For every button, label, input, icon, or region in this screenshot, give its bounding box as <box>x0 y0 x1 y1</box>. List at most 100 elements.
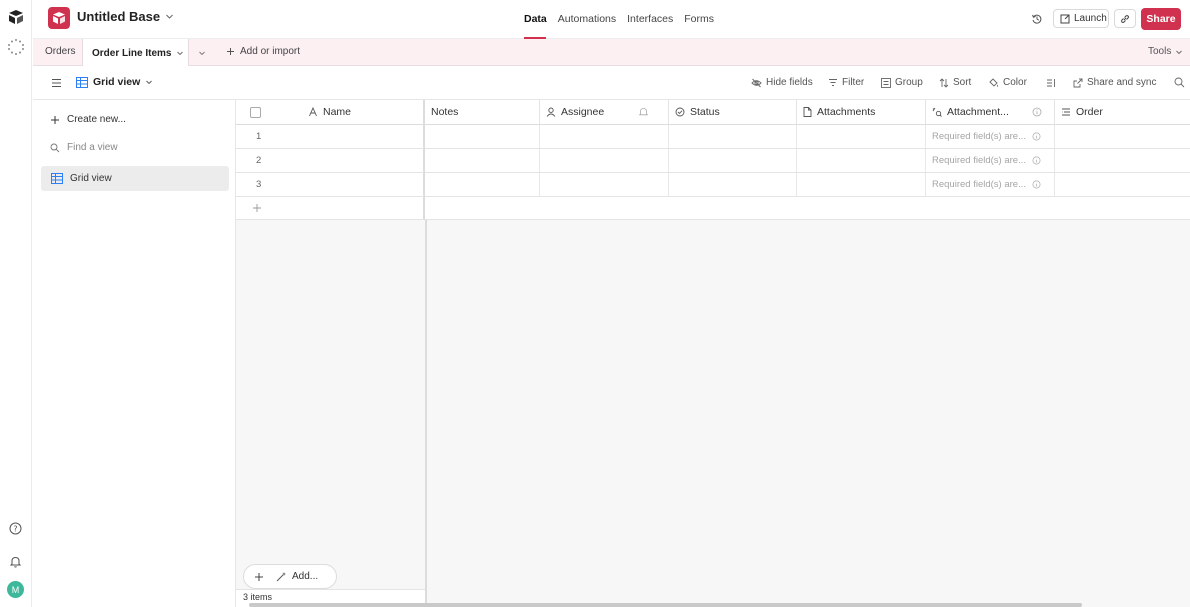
add-record-pill: Add... <box>243 564 337 589</box>
cell-notes[interactable] <box>425 149 540 173</box>
column-header-name[interactable]: Name <box>236 100 425 125</box>
frozen-column-divider <box>425 220 427 607</box>
nav-tab-forms[interactable]: Forms <box>684 13 714 25</box>
share-and-sync-button[interactable]: Share and sync <box>1073 77 1157 88</box>
find-view-placeholder: Find a view <box>67 142 118 153</box>
hide-fields-button[interactable]: Hide fields <box>751 77 813 88</box>
magic-wand-icon <box>276 571 287 582</box>
sort-button[interactable]: Sort <box>939 77 971 88</box>
column-header-attachment-formula[interactable]: Attachment... <box>926 100 1055 125</box>
add-with-ai-button[interactable]: Add... <box>276 571 318 582</box>
table-row[interactable]: 3 <box>236 173 425 197</box>
base-icon[interactable] <box>48 7 70 29</box>
row-number: 2 <box>256 155 262 166</box>
add-record-plus-icon[interactable] <box>254 572 264 582</box>
history-icon[interactable] <box>1031 13 1043 25</box>
required-fields-text: Required field(s) are... <box>932 155 1026 166</box>
table-tab-label: Order Line Items <box>92 47 172 59</box>
required-fields-text: Required field(s) are... <box>932 131 1026 142</box>
avatar[interactable]: M <box>7 581 24 598</box>
column-label: Notes <box>431 106 459 118</box>
all-tables-dropdown-icon[interactable] <box>198 49 206 57</box>
select-all-checkbox[interactable] <box>250 106 261 118</box>
column-header-assignee[interactable]: Assignee <box>540 100 669 125</box>
cell-status[interactable] <box>669 173 797 197</box>
table-tab-orders[interactable]: Orders <box>45 46 76 57</box>
table-row[interactable]: 2 <box>236 149 425 173</box>
add-row-button[interactable] <box>236 197 425 220</box>
grid-area: Name Notes Assignee Status Attachments A… <box>236 100 1190 607</box>
cell-attachments[interactable] <box>797 125 926 149</box>
find-view-field[interactable]: Find a view <box>50 142 220 153</box>
view-switcher[interactable]: Grid view <box>76 76 153 88</box>
toggle-sidebar-icon[interactable] <box>51 78 62 88</box>
status-field-icon <box>675 107 685 117</box>
cell-status[interactable] <box>669 125 797 149</box>
column-header-notes[interactable]: Notes <box>425 100 540 125</box>
column-label: Attachment... <box>947 106 1009 118</box>
plus-icon <box>226 47 235 56</box>
external-share-icon <box>1073 78 1083 88</box>
column-header-order[interactable]: Order <box>1055 100 1190 125</box>
formula-field-icon <box>932 107 942 117</box>
base-title-dropdown[interactable]: Untitled Base <box>77 9 174 24</box>
nav-tab-automations[interactable]: Automations <box>558 13 616 25</box>
notification-bell-icon[interactable] <box>639 107 649 117</box>
filter-button[interactable]: Filter <box>828 77 864 88</box>
cell-notes[interactable] <box>425 173 540 197</box>
create-new-view-button[interactable]: Create new... <box>50 114 126 125</box>
cell-attachments[interactable] <box>797 173 926 197</box>
group-button[interactable]: Group <box>881 77 923 88</box>
home-logo-icon[interactable] <box>8 9 24 25</box>
required-fields-text: Required field(s) are... <box>932 179 1026 190</box>
cell-status[interactable] <box>669 149 797 173</box>
cell-notes[interactable] <box>425 125 540 149</box>
cell-attachment-formula[interactable]: Required field(s) are... <box>926 173 1055 197</box>
link-icon <box>1120 14 1130 24</box>
column-label: Order <box>1076 106 1103 118</box>
cell-assignee[interactable] <box>540 149 669 173</box>
tools-dropdown[interactable]: Tools <box>1148 46 1183 57</box>
nav-tab-data[interactable]: Data <box>524 13 547 25</box>
cell-attachment-formula[interactable]: Required field(s) are... <box>926 149 1055 173</box>
share-label: Share <box>1146 13 1176 25</box>
sort-label: Sort <box>953 77 972 88</box>
cell-assignee[interactable] <box>540 173 669 197</box>
add-row-strip[interactable] <box>425 197 1190 220</box>
paint-bucket-icon <box>988 77 999 88</box>
filter-label: Filter <box>842 77 865 88</box>
horizontal-scrollbar[interactable] <box>249 603 1082 607</box>
cell-assignee[interactable] <box>540 125 669 149</box>
table-tab-label: Orders <box>45 46 76 57</box>
cell-attachments[interactable] <box>797 149 926 173</box>
omni-icon[interactable] <box>7 38 25 56</box>
search-icon[interactable] <box>1174 77 1185 88</box>
cell-order[interactable] <box>1055 125 1190 149</box>
share-button[interactable]: Share <box>1141 8 1181 30</box>
copy-link-button[interactable] <box>1114 9 1136 28</box>
table-tab-order-line-items[interactable]: Order Line Items <box>82 39 189 67</box>
notifications-icon[interactable] <box>9 555 22 568</box>
row-height-icon[interactable] <box>1046 78 1056 88</box>
cell-attachment-formula[interactable]: Required field(s) are... <box>926 125 1055 149</box>
record-count: 3 items <box>243 592 273 602</box>
table-row[interactable]: 1 <box>236 125 425 149</box>
cell-order[interactable] <box>1055 149 1190 173</box>
column-header-attachments[interactable]: Attachments <box>797 100 926 125</box>
nav-tab-interfaces[interactable]: Interfaces <box>627 13 673 25</box>
info-icon[interactable] <box>1032 107 1042 117</box>
sidebar-view-grid-view[interactable]: Grid view <box>41 166 229 191</box>
launch-button[interactable]: Launch <box>1053 9 1109 28</box>
grid-view-icon <box>76 76 88 88</box>
color-button[interactable]: Color <box>988 77 1027 88</box>
launch-icon <box>1060 14 1070 24</box>
column-header-status[interactable]: Status <box>669 100 797 125</box>
help-icon[interactable]: ? <box>9 522 22 535</box>
add-or-import-button[interactable]: Add or import <box>226 46 300 57</box>
search-icon <box>50 143 60 153</box>
text-field-icon <box>308 107 318 117</box>
avatar-initial: M <box>11 584 20 595</box>
cell-order[interactable] <box>1055 173 1190 197</box>
chevron-down-icon <box>145 78 153 86</box>
grid-view-icon <box>51 173 63 184</box>
